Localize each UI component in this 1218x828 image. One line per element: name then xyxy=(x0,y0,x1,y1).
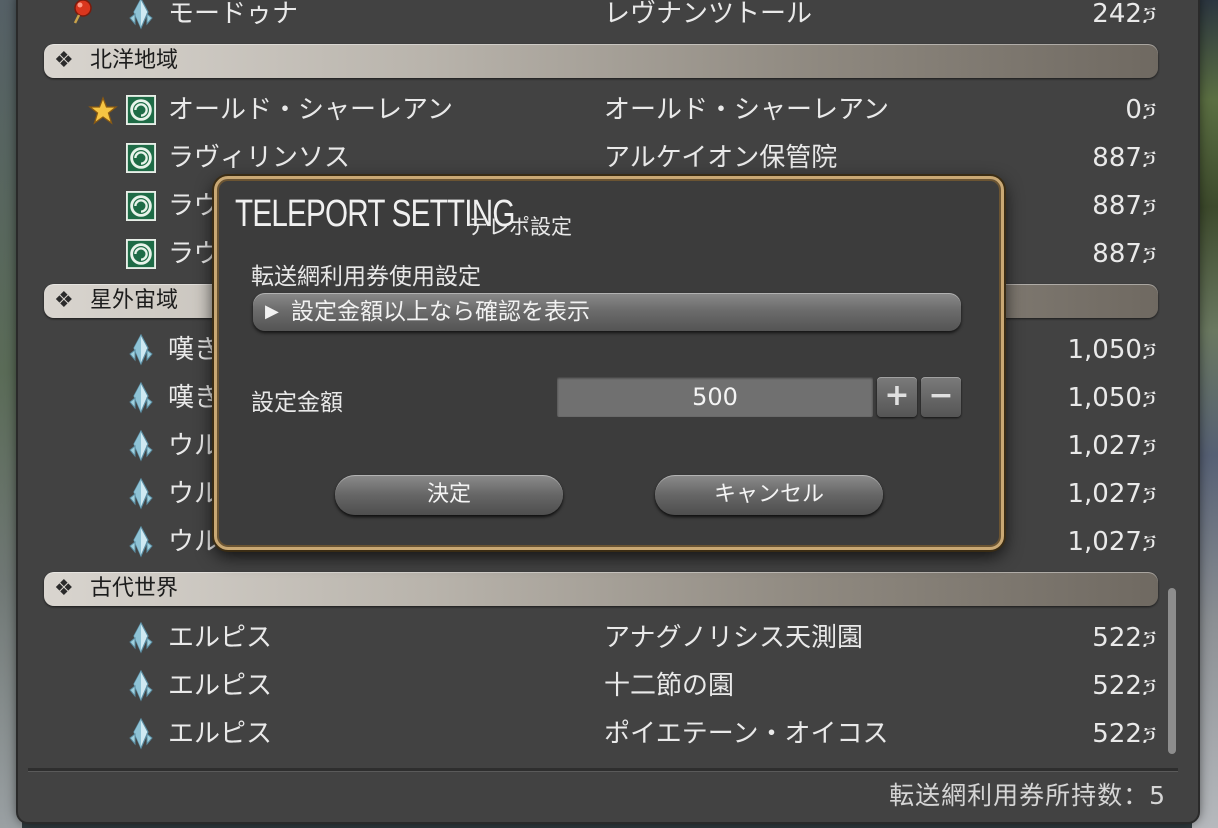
aetheryte-crystal-icon xyxy=(129,670,153,702)
list-item[interactable]: モードゥナ レヴナンツトール 242ጛ xyxy=(18,0,1178,38)
aethernet-shard-icon xyxy=(126,191,156,221)
teleport-cost: 887ጛ xyxy=(1092,143,1156,173)
ticket-setting-label: 転送網利用券使用設定 xyxy=(251,264,481,290)
gil-symbol: ጛ xyxy=(1142,387,1156,411)
amount-label: 設定金額 xyxy=(251,390,343,416)
teleport-cost: 1,050ጛ xyxy=(1067,335,1157,365)
dropdown-value: 設定金額以上なら確認を表示 xyxy=(291,299,590,325)
map-pin-icon xyxy=(73,0,92,24)
gil-symbol: ጛ xyxy=(1142,3,1156,27)
amount-input[interactable]: 500 xyxy=(557,377,873,417)
aetheryte-crystal-icon xyxy=(129,526,153,558)
aetheryte-location: オールド・シャーレアン xyxy=(604,95,889,125)
aetheryte-crystal-icon xyxy=(129,622,153,654)
teleport-cost: 522ጛ xyxy=(1092,623,1156,653)
aetheryte-name: ウル xyxy=(168,479,221,509)
gil-symbol: ጛ xyxy=(1142,243,1156,267)
section-diamond-icon: ❖ xyxy=(54,48,74,73)
aetheryte-name: エルピス xyxy=(168,623,273,653)
list-item[interactable]: エルピス アナグノリシス天測園 522ጛ xyxy=(18,614,1178,662)
footer-divider xyxy=(28,768,1178,772)
dialog-subtitle: テレポ設定 xyxy=(467,215,572,239)
section-label: 星外宙域 xyxy=(90,288,179,313)
aethernet-shard-icon xyxy=(126,239,156,269)
list-item[interactable]: エルピス ポイエテーン・オイコス 522ጛ xyxy=(18,710,1178,758)
section-label: 古代世界 xyxy=(90,576,179,601)
aetheryte-crystal-icon xyxy=(129,430,153,462)
section-header-north[interactable]: ❖ 北洋地域 xyxy=(44,44,1158,78)
aetheryte-name: エルピス xyxy=(168,671,273,701)
aetheryte-name: 嘆き xyxy=(168,383,221,413)
aetheryte-name: 嘆き xyxy=(168,335,221,365)
aetheryte-crystal-icon xyxy=(129,478,153,510)
gil-symbol: ጛ xyxy=(1142,147,1156,171)
aetheryte-location: アルケイオン保管院 xyxy=(604,143,838,173)
aetheryte-location: アナグノリシス天測園 xyxy=(604,623,863,653)
section-diamond-icon: ❖ xyxy=(54,576,74,601)
aethernet-shard-icon xyxy=(126,95,156,125)
list-scrollbar[interactable] xyxy=(1168,588,1176,754)
teleport-cost: 887ጛ xyxy=(1092,239,1156,269)
increment-button[interactable]: + xyxy=(877,377,917,417)
teleport-cost: 522ጛ xyxy=(1092,719,1156,749)
aetheryte-name: オールド・シャーレアン xyxy=(168,95,453,125)
aetheryte-crystal-icon xyxy=(129,718,153,750)
cancel-button[interactable]: キャンセル xyxy=(655,475,883,515)
gil-symbol: ጛ xyxy=(1142,435,1156,459)
favorite-star-icon xyxy=(88,96,118,125)
teleport-cost: 1,027ጛ xyxy=(1067,431,1157,461)
gil-symbol: ጛ xyxy=(1142,531,1156,555)
dropdown-arrow-icon: ▶ xyxy=(265,301,279,322)
gil-symbol: ጛ xyxy=(1142,627,1156,651)
gil-symbol: ጛ xyxy=(1142,339,1156,363)
aetheryte-location: ポイエテーン・オイコス xyxy=(604,719,889,749)
teleport-cost: 1,027ጛ xyxy=(1067,527,1157,557)
teleport-cost: 1,050ጛ xyxy=(1067,383,1157,413)
gil-symbol: ጛ xyxy=(1142,483,1156,507)
ticket-count: 転送網利用券所持数：5 xyxy=(889,781,1166,810)
aetheryte-name: ウル xyxy=(168,527,221,557)
aetheryte-name: ラヴ xyxy=(168,191,221,221)
teleport-cost: 887ጛ xyxy=(1092,191,1156,221)
aethernet-shard-icon xyxy=(126,143,156,173)
teleport-cost: 522ጛ xyxy=(1092,671,1156,701)
aetheryte-location: レヴナンツトール xyxy=(604,0,813,29)
confirm-button[interactable]: 決定 xyxy=(335,475,563,515)
aetheryte-name: エルピス xyxy=(168,719,273,749)
list-item[interactable]: オールド・シャーレアン オールド・シャーレアン 0ጛ xyxy=(18,86,1178,134)
teleport-setting-dialog: TELEPORT SETTING テレポ設定 転送網利用券使用設定 ▶ 設定金額… xyxy=(214,176,1004,550)
section-header-ancient-world[interactable]: ❖ 古代世界 xyxy=(44,572,1158,606)
teleport-cost: 1,027ጛ xyxy=(1067,479,1157,509)
gil-symbol: ጛ xyxy=(1142,195,1156,219)
gil-symbol: ጛ xyxy=(1142,723,1156,747)
amount-value: 500 xyxy=(692,383,738,411)
list-item[interactable]: エルピス 十二節の園 522ጛ xyxy=(18,662,1178,710)
teleport-cost: 0ጛ xyxy=(1125,95,1156,125)
aetheryte-name: ウル xyxy=(168,431,221,461)
aetheryte-location: 十二節の園 xyxy=(604,671,735,701)
aetheryte-name: ラヴ xyxy=(168,239,221,269)
teleport-cost: 242ጛ xyxy=(1092,0,1156,29)
aetheryte-name: ラヴィリンソス xyxy=(168,143,351,173)
aetheryte-crystal-icon xyxy=(129,334,153,366)
aetheryte-name: モードゥナ xyxy=(168,0,299,29)
gil-symbol: ጛ xyxy=(1142,675,1156,699)
aetheryte-crystal-icon xyxy=(129,382,153,414)
list-item[interactable]: ラヴィリンソス アルケイオン保管院 887ጛ xyxy=(18,134,1178,182)
confirm-mode-dropdown[interactable]: ▶ 設定金額以上なら確認を表示 xyxy=(253,293,961,331)
section-label: 北洋地域 xyxy=(90,48,179,73)
aetheryte-crystal-icon xyxy=(129,0,153,30)
section-diamond-icon: ❖ xyxy=(54,288,74,313)
decrement-button[interactable]: − xyxy=(921,377,961,417)
gil-symbol: ጛ xyxy=(1142,99,1156,123)
